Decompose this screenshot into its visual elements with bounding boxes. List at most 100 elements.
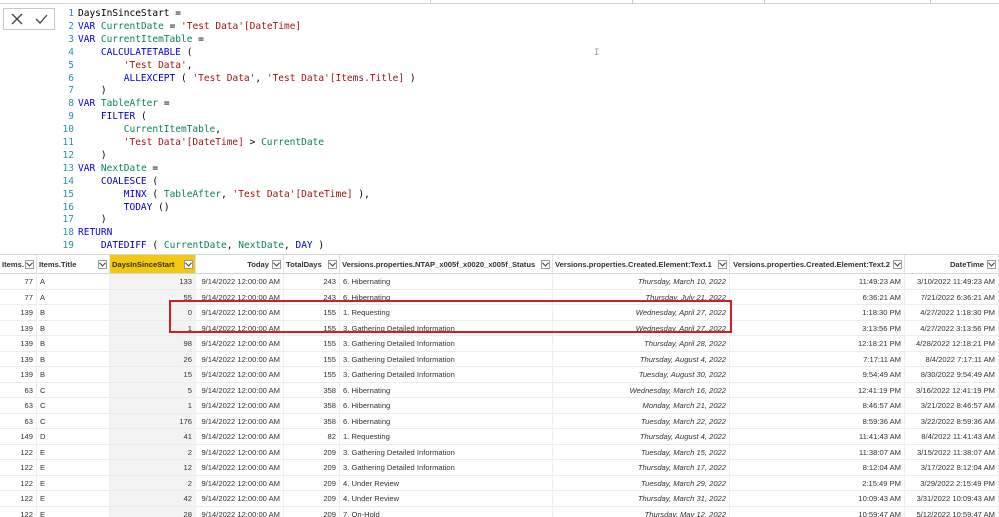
col-header-created-text-1[interactable]: Versions.properties.Created.Element:Text…	[553, 255, 730, 274]
code-line: 1 DaysInSinceStart =	[60, 7, 181, 20]
table-row[interactable]: 77 A 55 9/14/2022 12:00:00 AM 243 6. Hibernat…	[0, 289, 999, 305]
table-cell: 9/14/2022 12:00:00 AM	[196, 289, 284, 305]
table-row[interactable]: 139 B 98 9/14/2022 12:00:00 AM 155 3. Gatheri…	[0, 336, 999, 352]
filter-dropdown-button[interactable]	[893, 259, 902, 269]
code-line: 17 )	[60, 213, 107, 226]
filter-dropdown-button[interactable]	[184, 259, 193, 269]
table-cell: A	[37, 289, 110, 305]
table-cell: 6. Hibernating	[340, 289, 553, 305]
filter-dropdown-button[interactable]	[98, 259, 107, 269]
code-line: 4 CALCULATETABLE (	[60, 46, 192, 59]
table-cell: 3/10/2022 11:49:23 AM	[905, 274, 999, 289]
code-text: VAR CurrentItemTable =	[78, 33, 204, 45]
table-cell: 12:41:19 PM	[730, 382, 905, 398]
table-cell: 3. Gathering Detailed Information	[340, 444, 553, 460]
table-cell: 6. Hibernating	[340, 382, 553, 398]
table-cell: 3. Gathering Detailed Information	[340, 320, 553, 336]
table-row[interactable]: 63 C 1 9/14/2022 12:00:00 AM 358 6. Hibernati…	[0, 398, 999, 414]
table-row[interactable]: 122 E 28 9/14/2022 12:00:00 AM 209 7. On-Hold…	[0, 506, 999, 517]
line-number: 13	[62, 162, 74, 174]
table-cell: 4/27/2022 3:13:56 PM	[905, 320, 999, 336]
table-cell: 9/14/2022 12:00:00 AM	[196, 351, 284, 367]
table-cell: 1:18:30 PM	[730, 305, 905, 320]
table-cell: 3:13:56 PM	[730, 320, 905, 336]
table-cell: 28	[110, 506, 196, 517]
table-cell: 155	[284, 336, 340, 351]
column-header-label: Versions.properties.NTAP_x005f_x0020_x00…	[342, 259, 536, 269]
table-row[interactable]: 139 B 26 9/14/2022 12:00:00 AM 155 3. Gatheri…	[0, 351, 999, 367]
table-cell: 9/14/2022 12:00:00 AM	[196, 382, 284, 398]
table-cell: 3/31/2022 10:09:43 AM	[905, 491, 999, 506]
table-cell: 1. Requesting	[340, 305, 553, 320]
table-row[interactable]: 77 A 133 9/14/2022 12:00:00 AM 243 6. Hiberna…	[0, 274, 999, 290]
col-header-items-id[interactable]: Items.Id	[0, 255, 37, 274]
table-row[interactable]: 63 C 5 9/14/2022 12:00:00 AM 358 6. Hibernati…	[0, 382, 999, 398]
table-cell: 11:49:23 AM	[730, 274, 905, 289]
filter-dropdown-button[interactable]	[718, 259, 727, 269]
filter-dropdown-button[interactable]	[25, 259, 34, 269]
table-row[interactable]: 122 E 12 9/14/2022 12:00:00 AM 209 3. Gatheri…	[0, 460, 999, 476]
table-cell: 139	[0, 351, 37, 367]
table-cell: 243	[284, 274, 340, 289]
col-header-status[interactable]: Versions.properties.NTAP_x005f_x0020_x00…	[340, 255, 553, 274]
col-header-created-text-2[interactable]: Versions.properties.Created.Element:Text…	[730, 255, 905, 274]
dax-formula-editor[interactable]: 1 DaysInSinceStart = 2 VAR CurrentDate = 'T…	[60, 4, 990, 254]
table-cell: 139	[0, 305, 37, 320]
table-cell: Wednesday, March 16, 2022	[553, 382, 730, 398]
table-cell: 209	[284, 475, 340, 491]
code-text: ALLEXCEPT ( 'Test Data', 'Test Data'[Ite…	[123, 72, 416, 84]
commit-formula-button[interactable]	[32, 10, 52, 28]
code-line: 6 ALLEXCEPT ( 'Test Data', 'Test Data'[I…	[60, 72, 416, 85]
table-cell: E	[37, 506, 110, 517]
checkmark-icon	[35, 14, 48, 24]
chevron-down-icon	[26, 261, 33, 267]
table-cell: 9/14/2022 12:00:00 AM	[196, 367, 284, 382]
table-cell: 3/15/2022 11:38:07 AM	[905, 444, 999, 460]
table-cell: 3/29/2022 2:15:49 PM	[905, 475, 999, 491]
table-cell: 3. Gathering Detailed Information	[340, 367, 553, 382]
col-header-total-days[interactable]: TotalDays	[284, 255, 340, 274]
filter-dropdown-button[interactable]	[328, 259, 337, 269]
table-cell: Tuesday, March 29, 2022	[553, 475, 730, 491]
text-cursor-icon: I	[594, 48, 600, 58]
table-row[interactable]: 122 E 2 9/14/2022 12:00:00 AM 209 4. Under Re…	[0, 475, 999, 491]
table-row[interactable]: 122 E 42 9/14/2022 12:00:00 AM 209 4. Under R…	[0, 491, 999, 507]
code-text: VAR CurrentDate = 'Test Data'[DateTime]	[78, 20, 302, 32]
table-cell: Thursday, March 10, 2022	[553, 274, 730, 289]
code-line: 14 COALESCE (	[60, 175, 159, 188]
code-line: 13 VAR NextDate =	[60, 162, 159, 175]
chevron-down-icon	[329, 261, 336, 267]
column-header-label: Items.Id	[2, 259, 24, 269]
table-cell: 9/14/2022 12:00:00 AM	[196, 444, 284, 460]
close-icon	[11, 13, 22, 25]
table-row[interactable]: 139 B 0 9/14/2022 12:00:00 AM 155 1. Requesti…	[0, 305, 999, 321]
col-header-today[interactable]: Today	[196, 255, 284, 274]
code-text: FILTER (	[100, 111, 147, 123]
table-cell: 122	[0, 475, 37, 491]
col-header-days-in-since-start[interactable]: DaysInSinceStart	[110, 255, 196, 274]
table-row[interactable]: 122 E 2 9/14/2022 12:00:00 AM 209 3. Gatherin…	[0, 444, 999, 460]
table-row[interactable]: 139 B 15 9/14/2022 12:00:00 AM 155 3. Gatheri…	[0, 367, 999, 383]
column-header-label: Versions.properties.Created.Element:Text…	[733, 259, 890, 269]
filter-dropdown-button[interactable]	[987, 259, 996, 269]
cancel-formula-button[interactable]	[7, 10, 27, 28]
chevron-down-icon	[185, 261, 192, 267]
line-number: 9	[68, 111, 74, 123]
table-cell: 6:36:21 AM	[730, 289, 905, 305]
code-text: DATEDIFF ( CurrentDate, NextDate, DAY )	[100, 240, 325, 252]
table-cell: 63	[0, 382, 37, 398]
table-cell: Thursday, April 28, 2022	[553, 336, 730, 351]
table-cell: 55	[110, 289, 196, 305]
table-cell: 155	[284, 367, 340, 382]
filter-dropdown-button[interactable]	[541, 259, 550, 269]
table-cell: C	[37, 413, 110, 429]
col-header-datetime[interactable]: DateTime	[905, 255, 999, 274]
line-number: 1	[68, 8, 74, 19]
filter-dropdown-button[interactable]	[272, 259, 281, 269]
col-header-items-title[interactable]: Items.Title	[37, 255, 110, 274]
table-row[interactable]: 139 B 1 9/14/2022 12:00:00 AM 155 3. Gatherin…	[0, 320, 999, 336]
table-row[interactable]: 63 C 176 9/14/2022 12:00:00 AM 358 6. Hiberna…	[0, 413, 999, 429]
line-number: 11	[62, 137, 74, 148]
table-row[interactable]: 149 D 41 9/14/2022 12:00:00 AM 82 1. Requesti…	[0, 429, 999, 445]
code-line: 8 VAR TableAfter =	[60, 97, 169, 110]
